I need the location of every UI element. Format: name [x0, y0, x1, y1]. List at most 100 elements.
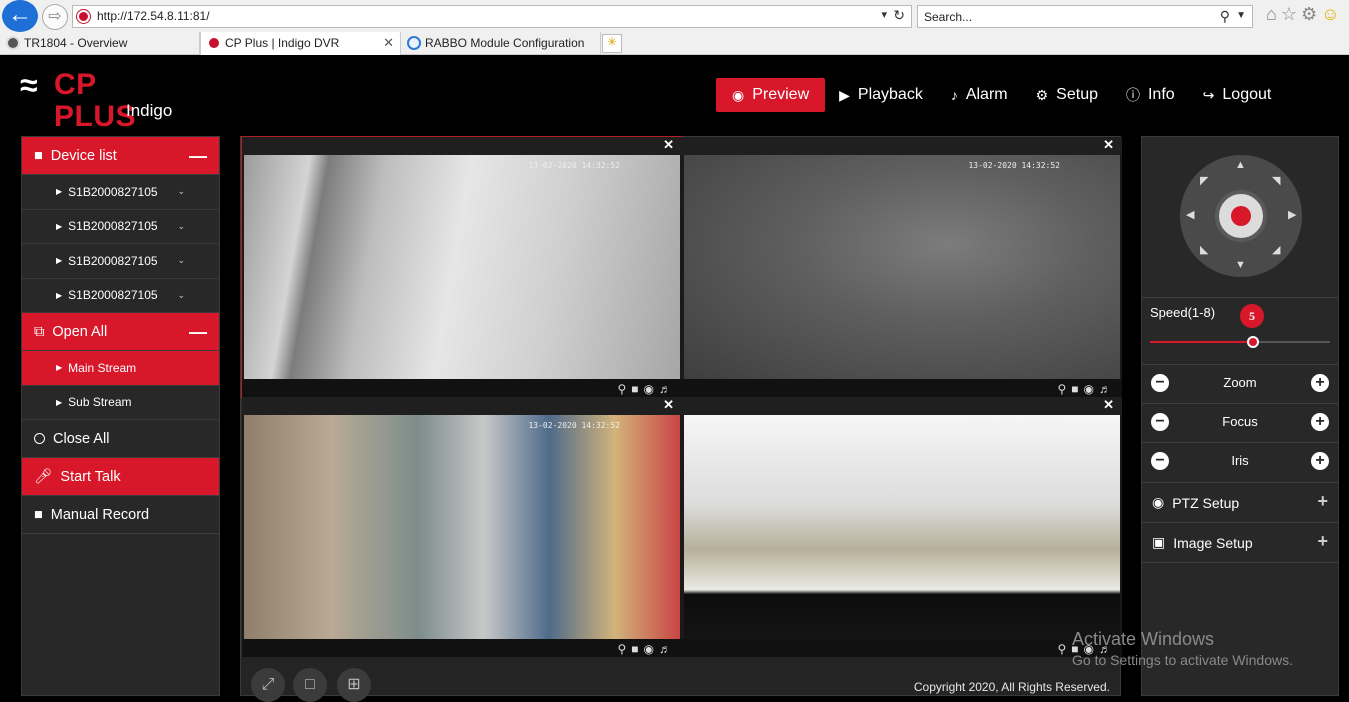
device-name: S1B2000827105 [68, 184, 158, 199]
zoom-icon[interactable]: ⚲ [617, 642, 631, 656]
search-placeholder[interactable]: Search... [924, 10, 972, 24]
sub-stream-item[interactable]: ▶ Sub Stream [22, 386, 219, 420]
snapshot-icon[interactable]: ◉ [644, 642, 659, 656]
pan-right-icon[interactable]: ▶ [1288, 208, 1296, 221]
expand-plus-icon[interactable]: + [1317, 491, 1328, 512]
video-cell-1[interactable]: ✕ 13-02-2020 14:32:52 ⚲■◉♬ [241, 136, 683, 398]
speed-slider[interactable] [1150, 336, 1330, 348]
audio-icon[interactable]: ♬ [659, 382, 676, 396]
audio-icon[interactable]: ♬ [659, 642, 676, 656]
expand-triangle-icon: ▶ [56, 290, 63, 300]
address-text[interactable]: http://172.54.8.11:81/ [97, 9, 210, 23]
zoom-icon[interactable]: ⚲ [617, 382, 631, 396]
fullscreen-button[interactable]: ⤢ [251, 668, 285, 702]
nav-logout[interactable]: ↪ Logout [1189, 78, 1286, 112]
expand-plus-icon[interactable]: + [1317, 531, 1328, 552]
nav-preview[interactable]: ◉ Preview [716, 78, 826, 112]
quad-view-button[interactable]: ⊞ [337, 668, 371, 702]
search-dropdown-icon[interactable]: ▼ [1236, 10, 1246, 21]
collapse-icon[interactable]: — [189, 322, 207, 343]
chevron-down-icon[interactable]: ⌄ [177, 186, 185, 197]
iris-plus-button[interactable]: + [1311, 452, 1329, 470]
camera-feed[interactable]: 13-02-2020 14:32:52 [684, 155, 1120, 379]
zoom-icon[interactable]: ⚲ [1057, 642, 1071, 656]
device-item[interactable]: ▶ S1B2000827105 ⌄ [22, 175, 219, 210]
zoom-icon[interactable]: ⚲ [1057, 382, 1071, 396]
focus-row: − Focus + [1142, 403, 1338, 441]
record-icon[interactable]: ■ [631, 382, 643, 396]
video-cell-3[interactable]: ✕ 13-02-2020 14:32:52 ⚲■◉♬ [242, 397, 682, 657]
address-dropdown-icon[interactable]: ▾ [881, 8, 887, 21]
ptz-center-button[interactable] [1215, 190, 1267, 242]
start-talk-item[interactable]: 🎤︎ Start Talk [22, 458, 219, 496]
nav-info-label: Info [1147, 86, 1175, 103]
search-box[interactable]: Search... ⚲ ▼ [917, 5, 1253, 28]
pan-down-icon[interactable]: ▼ [1235, 259, 1246, 271]
pan-down-left-icon[interactable]: ◣ [1200, 243, 1208, 256]
ptz-direction-pad[interactable]: ▲ ▼ ◀ ▶ ◤ ◥ ◣ ◢ [1180, 155, 1302, 277]
chevron-down-icon[interactable]: ⌄ [177, 290, 185, 301]
favorites-star-icon[interactable]: ☆ [1281, 4, 1301, 24]
speed-slider-fill [1150, 341, 1253, 343]
pan-up-right-icon[interactable]: ◥ [1272, 174, 1280, 187]
tab-tr1804[interactable]: TR1804 - Overview [0, 32, 200, 55]
left-sidebar: ■ Device list — ▶ S1B2000827105 ⌄ ▶ S1B2… [21, 136, 220, 696]
snapshot-icon[interactable]: ◉ [1084, 382, 1099, 396]
nav-alarm[interactable]: ♪ Alarm [937, 78, 1022, 112]
snapshot-icon[interactable]: ◉ [644, 382, 659, 396]
collapse-icon[interactable]: — [189, 146, 207, 167]
close-icon[interactable]: ✕ [663, 397, 674, 413]
record-icon[interactable]: ■ [1071, 382, 1083, 396]
logo-x-icon: ≈ [20, 67, 38, 103]
pan-down-right-icon[interactable]: ◢ [1272, 243, 1280, 256]
zoom-in-button[interactable]: + [1311, 374, 1329, 392]
camera-feed[interactable]: 13-02-2020 14:32:52 [244, 415, 680, 639]
speed-slider-handle[interactable] [1246, 336, 1259, 348]
video-cell-4[interactable]: ✕ 13-02-2020 14:32:52 ⚲■◉♬ [682, 397, 1122, 657]
new-tab-button[interactable]: ✳ [602, 34, 622, 53]
pan-up-icon[interactable]: ▲ [1235, 159, 1246, 171]
nav-info[interactable]: ⓘ Info [1112, 78, 1189, 112]
nav-setup[interactable]: ⚙ Setup [1022, 78, 1112, 112]
close-icon[interactable]: ✕ [1103, 137, 1114, 153]
feedback-smiley-icon[interactable]: ☺ [1321, 4, 1343, 24]
main-stream-item[interactable]: ▶ Main Stream [22, 351, 219, 386]
ptz-setup-section[interactable]: ◉ PTZ Setup + [1142, 482, 1338, 522]
close-all-item[interactable]: Close All [22, 420, 219, 458]
open-all-header[interactable]: ⧉ Open All — [22, 313, 219, 351]
forward-button[interactable]: ⇨ [42, 4, 68, 30]
pan-up-left-icon[interactable]: ◤ [1200, 174, 1208, 187]
device-item[interactable]: ▶ S1B2000827105 ⌄ [22, 244, 219, 279]
nav-playback[interactable]: ▶ Playback [825, 78, 937, 112]
single-view-button[interactable]: □ [293, 668, 327, 702]
device-item[interactable]: ▶ S1B2000827105 ⌄ [22, 210, 219, 244]
home-icon[interactable]: ⌂ [1266, 4, 1281, 24]
tab-close-icon[interactable]: ✕ [383, 35, 394, 51]
search-icon[interactable]: ⚲ [1220, 8, 1230, 25]
camera-feed[interactable]: 13-02-2020 14:32:52 [244, 155, 680, 379]
record-icon[interactable]: ■ [631, 642, 643, 656]
chevron-down-icon[interactable]: ⌄ [177, 255, 185, 266]
pan-left-icon[interactable]: ◀ [1186, 208, 1194, 221]
image-setup-section[interactable]: ▣ Image Setup + [1142, 522, 1338, 562]
camera-feed[interactable]: 13-02-2020 14:32:52 [684, 415, 1120, 639]
tab-cp-plus[interactable]: CP Plus | Indigo DVR ✕ [200, 32, 401, 55]
tab-rabbo[interactable]: RABBO Module Configuration [401, 32, 601, 55]
address-bar[interactable]: http://172.54.8.11:81/ ▾ ↻ [72, 5, 912, 28]
video-cell-2[interactable]: ✕ 13-02-2020 14:32:52 ⚲■◉♬ [682, 137, 1122, 397]
device-item[interactable]: ▶ S1B2000827105 ⌄ [22, 279, 219, 313]
timestamp: 13-02-2020 14:32:52 [528, 421, 620, 430]
refresh-icon[interactable]: ↻ [893, 7, 905, 24]
manual-record-item[interactable]: ■ Manual Record [22, 496, 219, 534]
close-icon[interactable]: ✕ [663, 137, 674, 153]
bell-icon: ♪ [950, 87, 958, 103]
back-button[interactable]: ← [2, 0, 38, 32]
settings-gear-icon[interactable]: ⚙ [1301, 4, 1321, 24]
ie-favicon-icon [407, 36, 421, 50]
focus-plus-button[interactable]: + [1311, 413, 1329, 431]
audio-icon[interactable]: ♬ [1099, 382, 1116, 396]
device-list-header[interactable]: ■ Device list — [22, 137, 219, 175]
fullscreen-icon: ⤢ [261, 676, 275, 693]
chevron-down-icon[interactable]: ⌄ [177, 221, 185, 232]
close-icon[interactable]: ✕ [1103, 397, 1114, 413]
